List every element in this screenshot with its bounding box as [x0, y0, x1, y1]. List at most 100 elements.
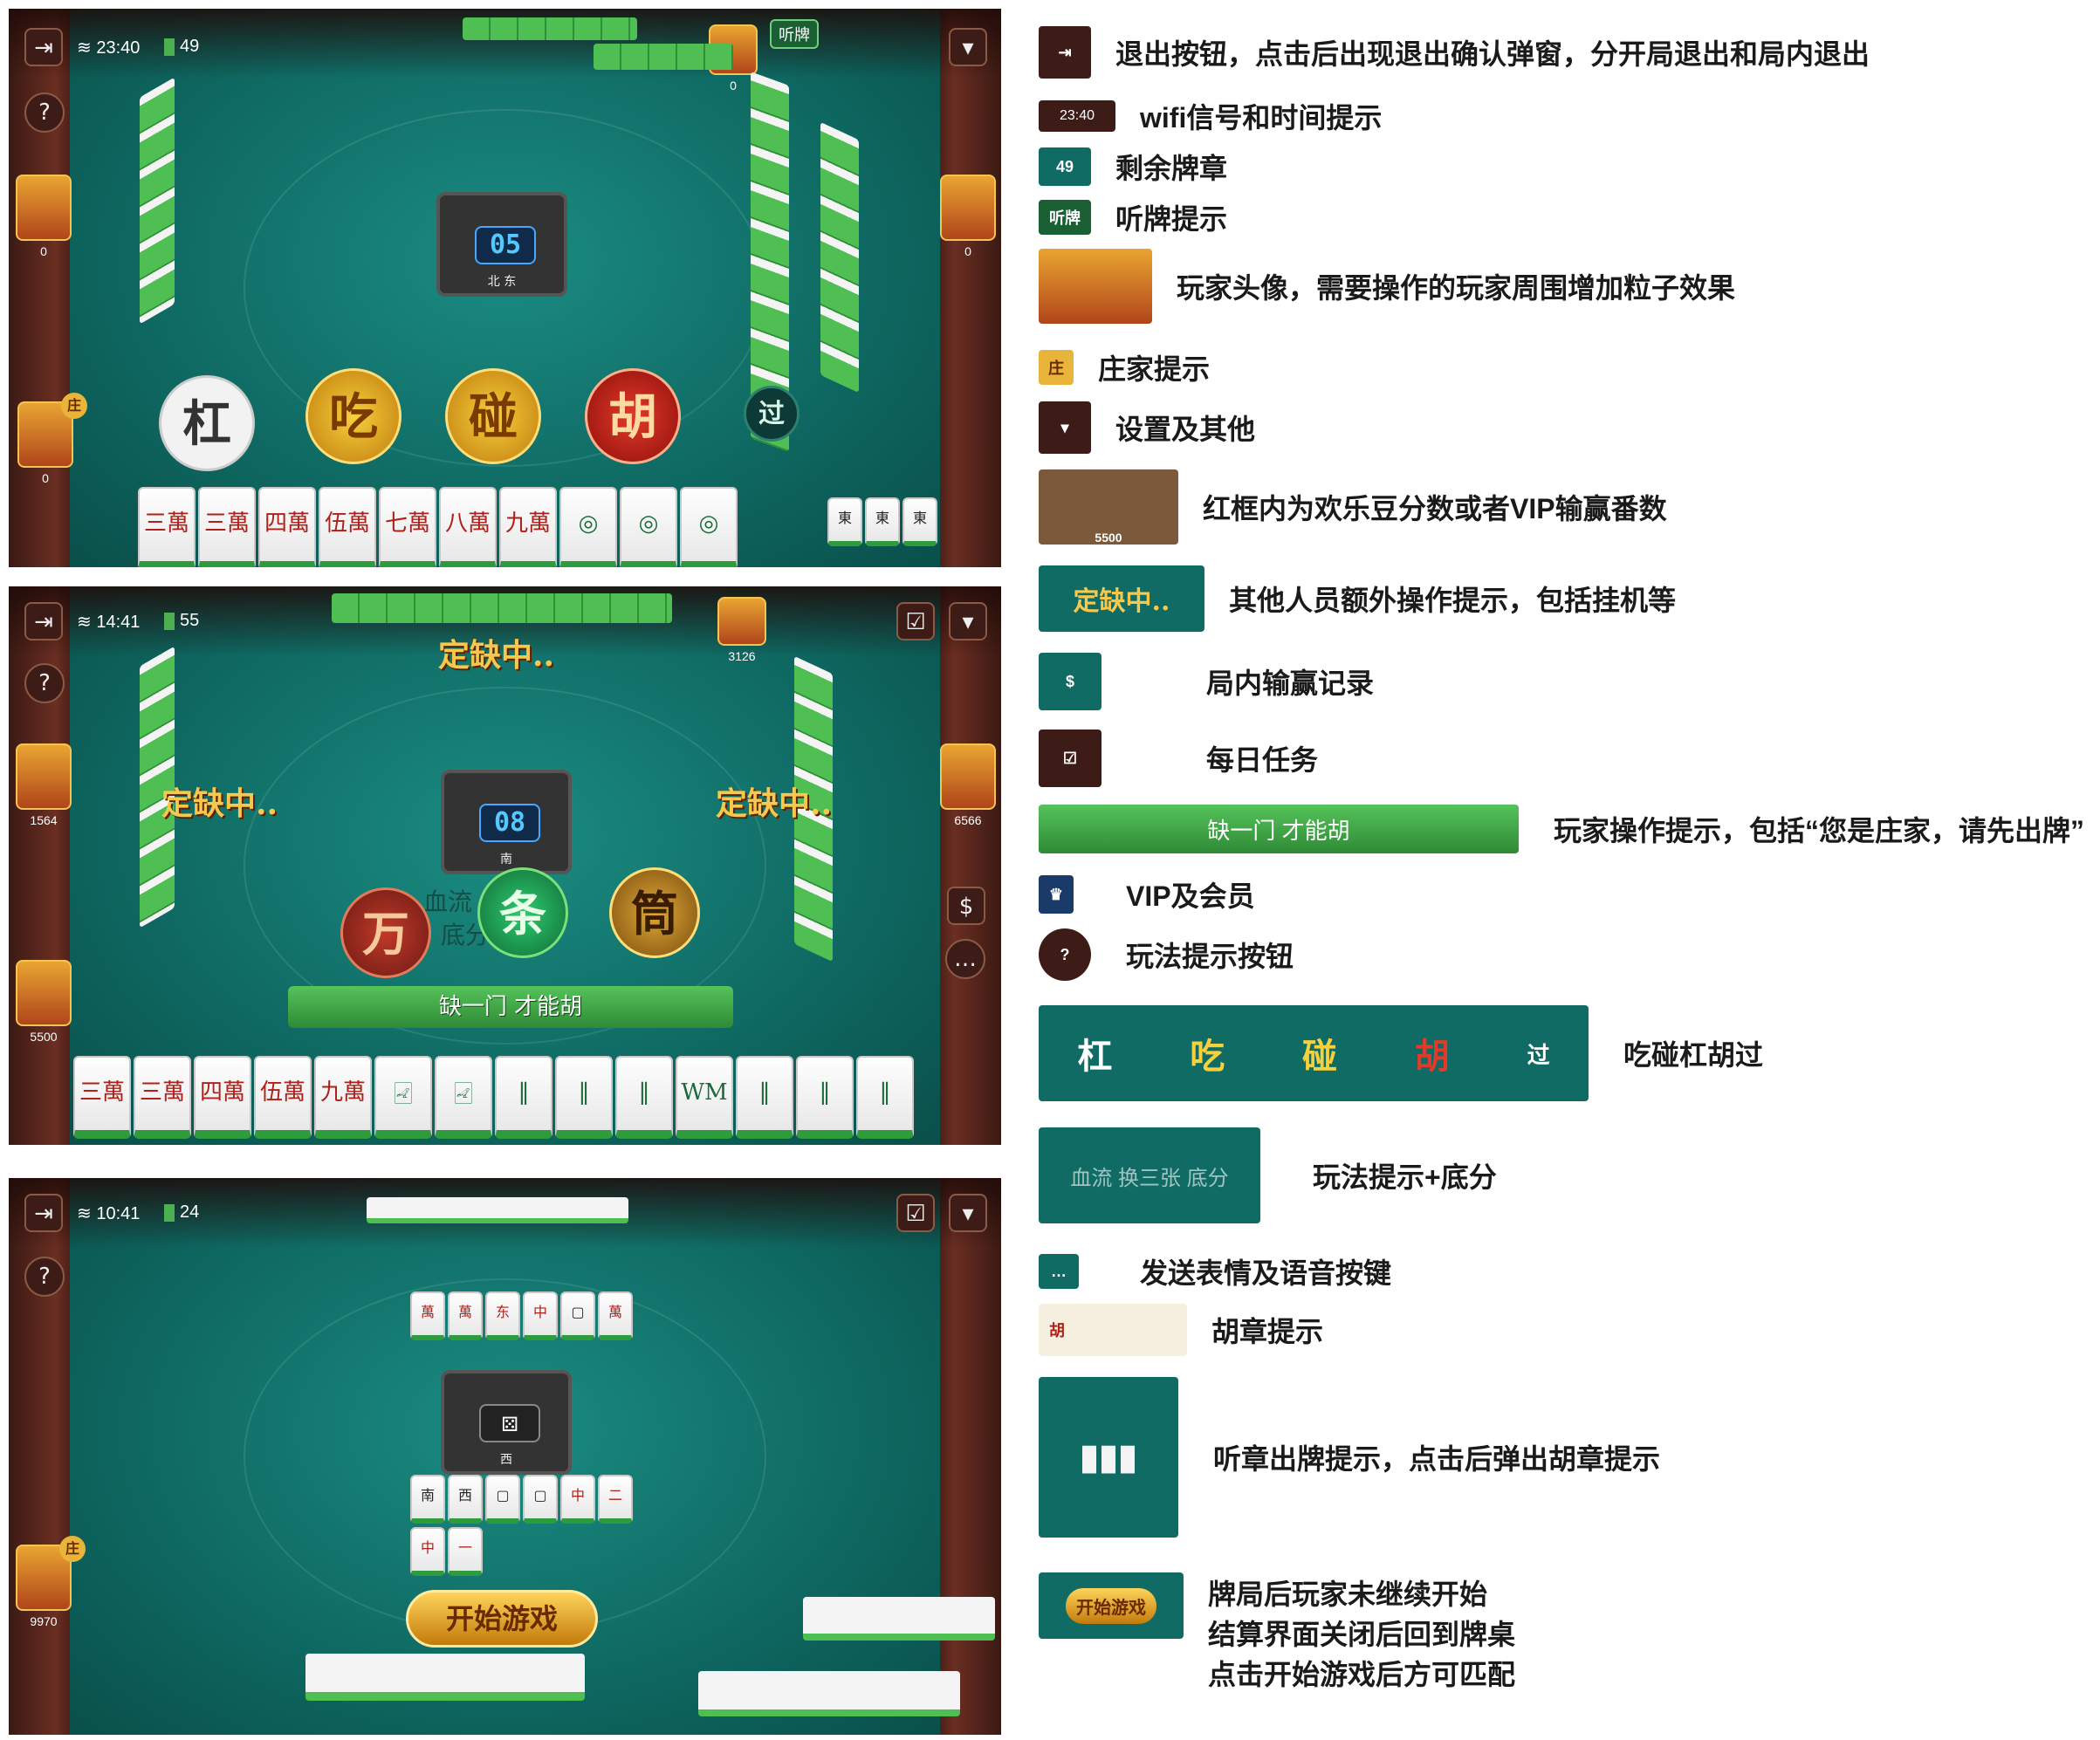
hand-tile[interactable]: 三萬	[138, 487, 196, 567]
legend-text: 庄家提示	[1098, 353, 1211, 385]
banker-badge: 庄	[59, 1536, 86, 1562]
legend-text: 点击开始游戏后方可匹配	[1208, 1659, 1516, 1690]
discard-tile: 中	[410, 1527, 445, 1576]
avatar-left[interactable]: 1564	[16, 743, 72, 827]
start-game-button[interactable]: 开始游戏	[406, 1590, 598, 1648]
countdown: 08	[479, 804, 540, 842]
start-thumb: 开始游戏	[1039, 1572, 1184, 1639]
hu-button[interactable]: 胡	[585, 368, 681, 464]
avatar-left[interactable]: 0	[16, 175, 72, 258]
hand-tile[interactable]: 四萬	[194, 1056, 251, 1139]
record-icon[interactable]: $	[947, 887, 985, 925]
calendar-icon[interactable]: ☑	[896, 602, 935, 641]
hand-tiles: 三萬 三萬 四萬 伍萬 九萬 🀐 🀐 ‖ ‖ ‖ WM ‖ ‖ ‖	[73, 1056, 916, 1139]
banker-badge: 庄	[61, 393, 87, 419]
calendar-icon[interactable]: ☑	[896, 1194, 935, 1232]
hand-tile[interactable]: 🀐	[435, 1056, 492, 1139]
pass-button[interactable]: 过	[744, 386, 800, 442]
avatar-score: 9970	[30, 1614, 58, 1628]
turn-indicator: 05 北 东	[436, 192, 567, 297]
exit-icon[interactable]: ⇥	[24, 602, 63, 641]
avatar-score: 1564	[30, 813, 58, 827]
hand-tile[interactable]: ◎	[559, 487, 617, 567]
chevron-down-icon[interactable]: ▾	[949, 602, 987, 641]
hand-tile[interactable]: 八萬	[439, 487, 497, 567]
status-text-top: 定缺中..	[438, 637, 555, 674]
legend-text: 听章出牌提示，点击后弹出胡章提示	[1213, 1443, 1661, 1475]
action-hint: 缺一门 才能胡	[288, 986, 733, 1028]
record-icon: $	[1039, 653, 1101, 710]
score-thumb: 5500	[1039, 469, 1178, 545]
meld-tile: 東	[902, 497, 937, 546]
wifi-time-thumb: 23:40	[1039, 100, 1115, 132]
hand-tile[interactable]: 三萬	[134, 1056, 191, 1139]
avatar-self[interactable]: 5500	[16, 960, 72, 1044]
hand-tile[interactable]: 伍萬	[254, 1056, 312, 1139]
start-thumb-label: 开始游戏	[1066, 1587, 1156, 1624]
hu-hint-thumb: 胡	[1039, 1304, 1187, 1356]
chi-button[interactable]: 吃	[305, 368, 401, 464]
hand-tile[interactable]: ‖	[555, 1056, 613, 1139]
discard-tile: 萬	[598, 1291, 633, 1340]
calendar-icon: ☑	[1039, 730, 1101, 787]
countdown: 05	[475, 226, 536, 264]
hand-tile[interactable]: ‖	[736, 1056, 793, 1139]
hand-tile[interactable]: 七萬	[379, 487, 436, 567]
hand-tile[interactable]: 三萬	[198, 487, 256, 567]
hand-tile[interactable]: ‖	[615, 1056, 673, 1139]
suit-wan-button[interactable]: 万	[340, 887, 431, 978]
discard-tile: 中	[523, 1291, 558, 1340]
hand-tile[interactable]: ‖	[495, 1056, 552, 1139]
legend-text: 听牌提示	[1115, 203, 1228, 235]
avatar-score: 5500	[30, 1030, 58, 1044]
hand-tile[interactable]: 四萬	[258, 487, 316, 567]
actions-thumb: 杠吃碰胡过	[1039, 1005, 1589, 1101]
hand-tile[interactable]: ‖	[796, 1056, 854, 1139]
hand-tile[interactable]: ◎	[620, 487, 677, 567]
hand-tile[interactable]: 九萬	[499, 487, 557, 567]
hand-tile[interactable]: ‖	[856, 1056, 914, 1139]
wifi-icon: ≋	[77, 613, 97, 632]
legend-text: 每日任务	[1206, 744, 1319, 776]
help-icon[interactable]: ?	[24, 92, 65, 133]
discard-tile: 萬	[410, 1291, 445, 1340]
listen-hint-thumb: ▮▮▮	[1039, 1377, 1178, 1538]
hand-tiles: 三萬 三萬 四萬 伍萬 七萬 八萬 九萬 ◎ ◎ ◎	[138, 487, 740, 567]
dice-icon: ⚄	[479, 1404, 540, 1442]
help-icon[interactable]: ?	[24, 663, 65, 703]
exit-icon[interactable]: ⇥	[24, 1194, 63, 1232]
hand-tile[interactable]: 伍萬	[319, 487, 376, 567]
direction-labels: 北 东	[487, 275, 517, 289]
avatar-right[interactable]: 6566	[940, 743, 996, 827]
hand-tile[interactable]: 🀐	[374, 1056, 432, 1139]
legend-text: 设置及其他	[1115, 414, 1256, 445]
discard-tile: 南	[410, 1475, 445, 1524]
suit-tong-button[interactable]: 筒	[609, 867, 700, 958]
remaining-tiles: 24	[164, 1202, 199, 1223]
avatar-top[interactable]: 3126	[717, 597, 766, 663]
discard-tiles-top: 萬 萬 东 中 ▢ 萬	[410, 1291, 635, 1340]
chat-icon[interactable]: …	[945, 939, 985, 979]
avatar-right[interactable]: 0	[940, 175, 996, 258]
hand-tile[interactable]: WM	[676, 1056, 733, 1139]
hand-tile[interactable]: ◎	[680, 487, 738, 567]
listen-badge[interactable]: 听牌	[770, 19, 819, 49]
legend-text: 剩余牌章	[1115, 153, 1228, 184]
chevron-down-icon[interactable]: ▾	[949, 1194, 987, 1232]
wifi-icon: ≋	[77, 38, 97, 58]
gang-button[interactable]: 杠	[159, 375, 255, 471]
suit-tiao-button[interactable]: 条	[477, 867, 568, 958]
chevron-down-icon[interactable]: ▾	[949, 28, 987, 66]
help-icon[interactable]: ?	[24, 1257, 65, 1297]
meld-row-right	[803, 1597, 995, 1641]
peng-button[interactable]: 碰	[445, 368, 541, 464]
avatar-score: 6566	[954, 813, 982, 827]
avatar-score: 3126	[728, 649, 756, 663]
exit-icon[interactable]: ⇥	[24, 28, 63, 66]
hint-thumb: 缺一门 才能胡	[1039, 805, 1519, 853]
tile-stack-icon	[164, 38, 175, 56]
hand-tile[interactable]: 九萬	[314, 1056, 372, 1139]
hand-tile[interactable]: 三萬	[73, 1056, 131, 1139]
discard-tile: ▢	[523, 1475, 558, 1524]
banker-thumb: 庄	[1039, 350, 1074, 385]
